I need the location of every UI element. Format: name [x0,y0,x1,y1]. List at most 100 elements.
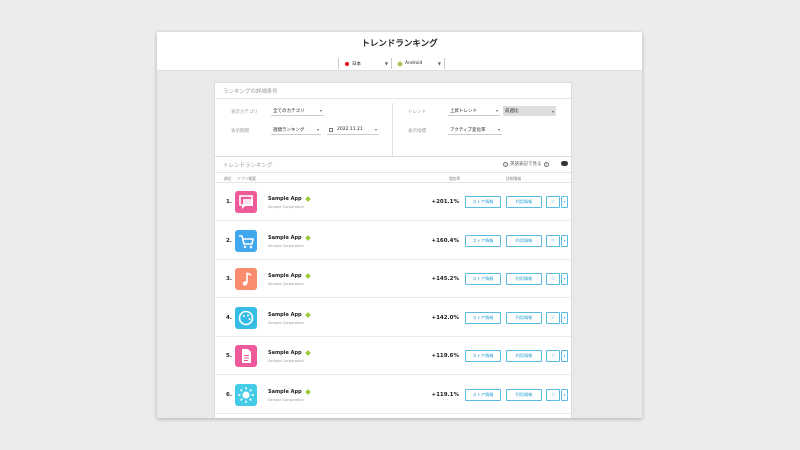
android-icon [304,388,311,395]
music-icon[interactable] [235,268,257,290]
chat-icon[interactable] [235,191,257,213]
col-rank: 順位 [224,176,232,181]
chevron-down-icon[interactable]: ▾ [561,196,568,208]
app-window: トレンドランキング 日本 ▼ Android ▼ ランキングの詳細条件 表示カテ… [157,32,642,418]
trend-select[interactable]: 上昇トレンド ▾ [448,106,500,116]
conditions-title: ランキングの詳細条件 [215,83,571,99]
table-row: 1. Sample App Sample Corporation +201.1% ストア… [215,183,571,221]
app-name-text: Sample App [268,196,302,202]
developer-name: Sample Corporation [268,243,304,248]
change-rate: +201.1% [431,199,459,205]
usage-info-button[interactable]: 利用情報 [506,311,542,324]
chevron-down-icon: ▾ [497,127,500,132]
os-value: Android [405,61,423,66]
change-rate: +142.0% [431,314,459,321]
android-icon [304,311,311,318]
document-icon[interactable] [235,345,257,367]
chevron-down-icon[interactable]: ▾ [561,234,568,247]
app-name[interactable]: Sample App [268,234,311,241]
app-name-text: Sample App [268,388,302,395]
page-title: トレンドランキング [361,39,438,49]
app-name[interactable]: Sample App [268,311,311,318]
rank-number: 5. [226,353,232,359]
country-select[interactable]: 日本 ▼ [338,58,392,69]
chevron-down-icon: ▾ [374,127,377,132]
chevron-down-icon: ▾ [319,108,322,113]
developer-name: Sample Corporation [268,205,304,209]
app-name-text: Sample App [268,273,302,279]
store-info-button[interactable]: ストア情報 [465,273,501,285]
chevron-down-icon: ▼ [384,61,388,66]
table-row: 3. Sample App Sample Corporation +145.2% ストア… [215,260,571,298]
ranking-title: トレンドランキング [223,163,273,169]
developer-name: Sample Corporation [268,320,304,325]
usage-info-button[interactable]: 利用情報 [506,388,542,401]
chevron-down-icon[interactable]: ▾ [561,388,568,401]
column-header: 順位 アプリ概要 増加率 詳細情報 [215,173,571,183]
rank-number: 3. [226,276,232,282]
period-select[interactable]: 週間ランキング ▾ [271,125,321,135]
android-icon [304,273,311,279]
change-rate: +119.6% [431,353,459,359]
palette-icon[interactable] [235,306,257,329]
table-row: 4. Sample App Sample Corporation +142.0% ストア… [215,299,571,337]
store-info-button[interactable]: ストア情報 [465,196,501,208]
calendar-icon [329,127,333,132]
period-label: 表示期間 [231,129,249,134]
star-icon[interactable]: ☆ [546,311,560,324]
chevron-down-icon[interactable]: ▾ [561,273,568,285]
category-value: 全てのカテゴリ [273,108,305,114]
trend-value: 上昇トレンド [450,108,477,114]
index-select[interactable]: アクティブ変化率 ▾ [448,125,502,135]
col-change: 増加率 [449,176,461,181]
chevron-down-icon[interactable]: ▾ [561,311,568,324]
store-info-button[interactable]: ストア情報 [465,388,501,401]
trend-label: トレンド [408,110,426,115]
app-name[interactable]: Sample App [268,350,311,356]
ranking-header: トレンドランキング i 英語表記で見る ? [215,157,571,173]
app-name[interactable]: Sample App [268,196,311,202]
rank-number: 4. [226,314,232,321]
star-icon[interactable]: ☆ [546,273,560,285]
table-row: 6. Sample App Sample Corporation +119.1% ストア… [215,376,571,414]
usage-info-button[interactable]: 利用情報 [506,196,542,208]
star-icon[interactable]: ☆ [546,196,560,208]
app-name[interactable]: Sample App [268,273,311,279]
compare-value: 前週比 [505,109,519,114]
index-label: 表示指標 [408,129,426,134]
compare-select[interactable]: 前週比 ▾ [503,106,556,116]
app-name-text: Sample App [268,350,302,356]
star-icon[interactable]: ☆ [546,350,560,362]
rank-number: 6. [226,391,232,398]
sun-icon[interactable] [235,383,257,406]
help-icon[interactable]: ? [543,161,549,167]
ranking-panel: トレンドランキング i 英語表記で見る ? 順位 アプリ概要 増加率 詳細情報 … [214,156,572,418]
star-icon[interactable]: ☆ [546,234,560,247]
chevron-down-icon[interactable]: ▾ [561,350,568,362]
developer-name: Sample Corporation [268,397,304,402]
col-app: アプリ概要 [237,176,256,181]
download-cloud-icon[interactable] [561,161,568,166]
period-value: 週間ランキング [273,127,305,133]
chevron-down-icon: ▾ [495,108,498,113]
cart-icon[interactable] [235,229,257,252]
store-info-button[interactable]: ストア情報 [465,234,501,247]
chevron-down-icon: ▼ [437,61,441,66]
app-name[interactable]: Sample App [268,388,311,395]
change-rate: +160.4% [431,237,459,244]
store-info-button[interactable]: ストア情報 [465,311,501,324]
usage-info-button[interactable]: 利用情報 [506,234,542,247]
usage-info-button[interactable]: 利用情報 [506,350,542,362]
os-select[interactable]: Android ▼ [392,58,445,69]
date-picker[interactable]: 2022.11.21 ▾ [327,125,379,135]
category-select[interactable]: 全てのカテゴリ ▾ [271,106,324,116]
developer-name: Sample Corporation [268,359,304,363]
star-icon[interactable]: ☆ [546,388,560,401]
english-toggle[interactable]: i 英語表記で見る ? [501,161,551,167]
app-name-text: Sample App [268,234,302,241]
usage-info-button[interactable]: 利用情報 [506,273,542,285]
category-label: 表示カテゴリ [231,110,258,115]
store-info-button[interactable]: ストア情報 [465,350,501,362]
english-toggle-label: 英語表記で見る [510,162,542,167]
android-icon [304,234,311,241]
